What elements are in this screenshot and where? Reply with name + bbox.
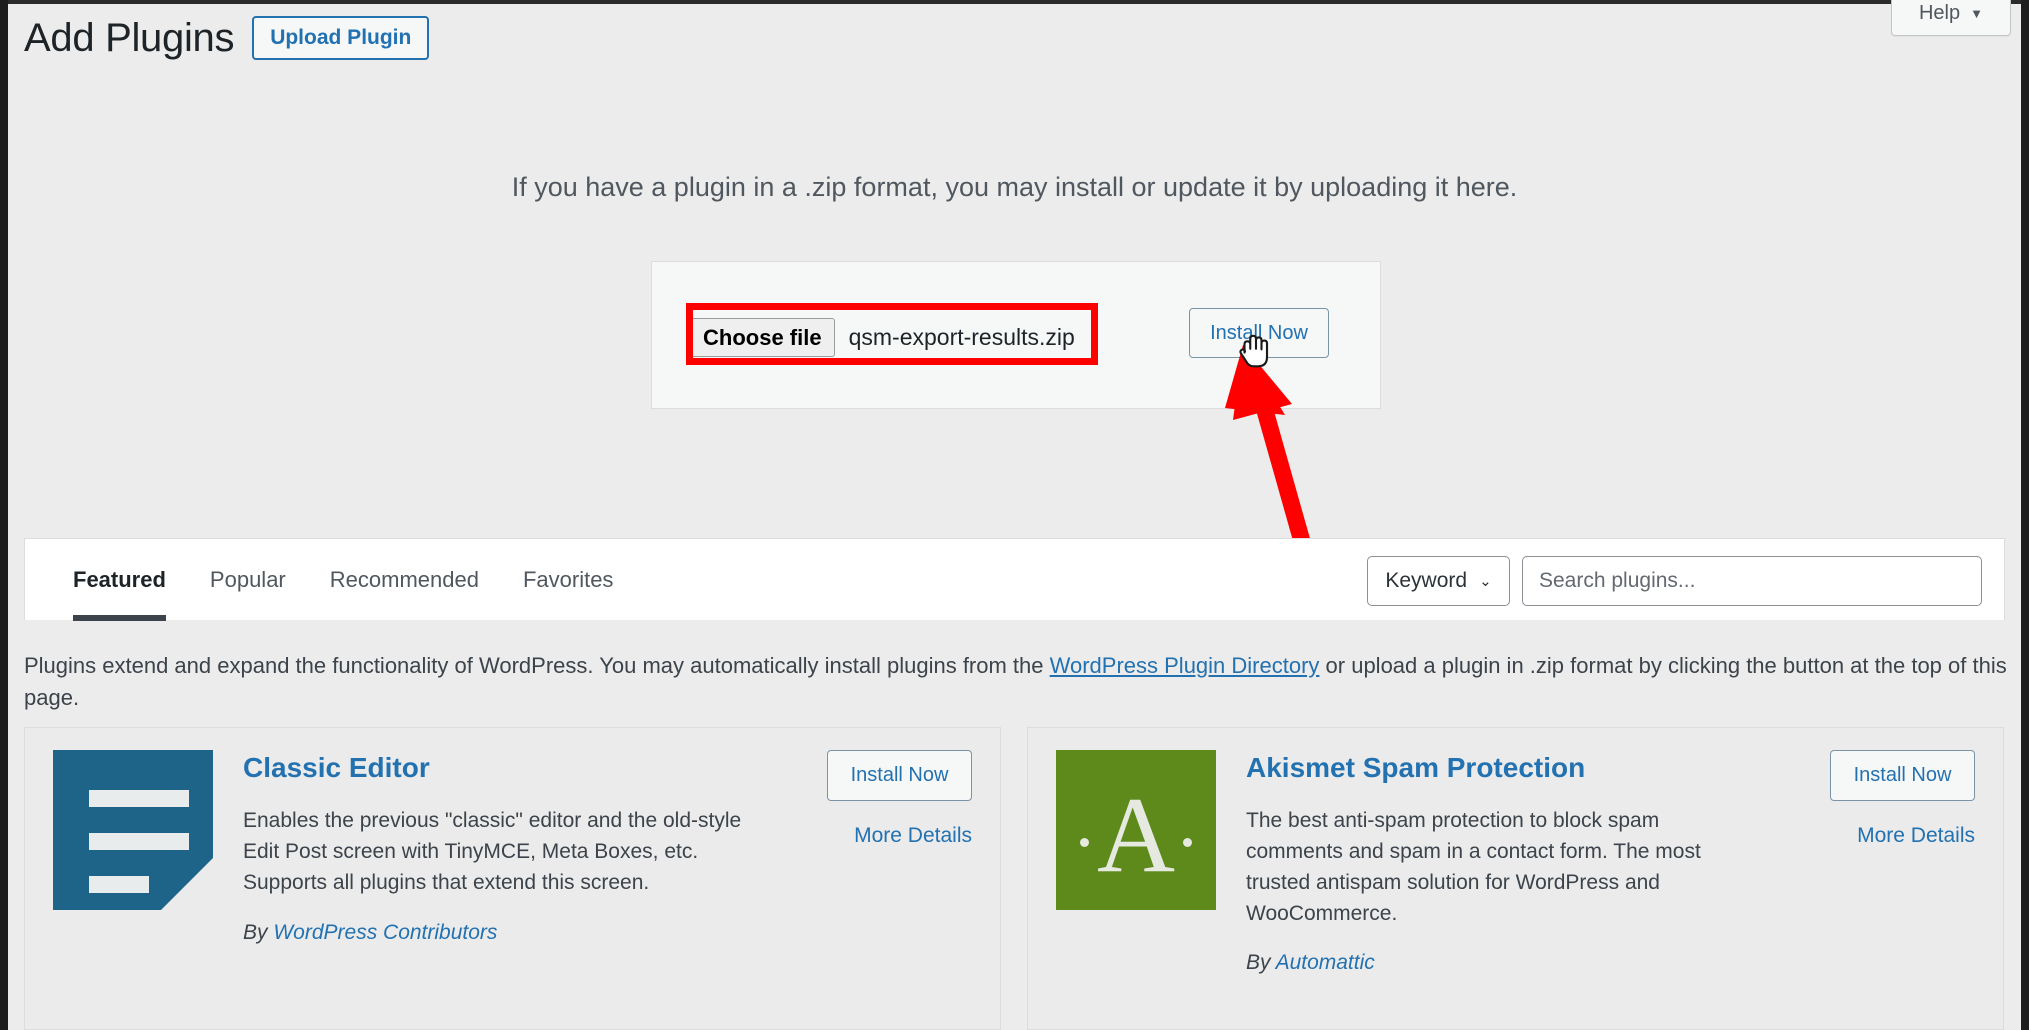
window-frame-right [2021, 0, 2029, 1030]
window-frame-left [0, 0, 8, 1030]
install-now-button-upload[interactable]: Install Now [1189, 308, 1329, 358]
search-plugins-input[interactable] [1522, 556, 1982, 606]
plugin-card-classic-editor: Classic Editor Enables the previous "cla… [24, 727, 1001, 1030]
plugin-author: By WordPress Contributors [243, 921, 756, 945]
plugin-card-actions: Install Now More Details [776, 750, 976, 1029]
search-type-label: Keyword [1385, 569, 1468, 592]
plugin-name-link[interactable]: Classic Editor [243, 752, 756, 784]
plugin-filter-bar: Featured Popular Recommended Favorites K… [24, 538, 2005, 621]
help-label: Help [1918, 2, 1961, 24]
plugin-author: By Automattic [1246, 951, 1759, 975]
plugin-description: The best anti-spam protection to block s… [1246, 809, 1701, 925]
plugin-card-actions: Install Now More Details [1779, 750, 1979, 1029]
upload-plugin-button[interactable]: Upload Plugin [252, 16, 430, 61]
add-plugins-page: Add Plugins Upload Plugin Help ▼ If you … [0, 0, 2029, 1030]
choose-file-button[interactable]: Choose file [690, 318, 835, 358]
upload-hint-text: If you have a plugin in a .zip format, y… [511, 172, 1518, 202]
help-button[interactable]: Help ▼ [1891, 0, 2011, 36]
plugin-author-link[interactable]: Automattic [1276, 951, 1375, 974]
plugin-card-body: Akismet Spam Protection The best anti-sp… [1216, 750, 1779, 1029]
file-input-row[interactable]: Choose file qsm-export-results.zip [690, 318, 1075, 358]
page-title: Add Plugins [24, 16, 235, 61]
letter-a-icon: A [1056, 750, 1216, 910]
plugin-author-link[interactable]: WordPress Contributors [273, 921, 497, 944]
plugins-description: Plugins extend and expand the functional… [24, 650, 2009, 714]
wordpress-plugin-directory-link[interactable]: WordPress Plugin Directory [1050, 653, 1320, 678]
plugin-tabs: Featured Popular Recommended Favorites [51, 539, 635, 621]
more-details-link[interactable]: More Details [854, 824, 972, 848]
description-part-1: Plugins extend and expand the functional… [24, 653, 1050, 678]
selected-file-name: qsm-export-results.zip [848, 324, 1075, 351]
more-details-link[interactable]: More Details [1857, 824, 1975, 848]
akismet-letter: A [1097, 776, 1175, 895]
plugin-card-akismet: A Akismet Spam Protection The best anti-… [1027, 727, 2004, 1030]
tab-favorites[interactable]: Favorites [501, 539, 635, 621]
page-header: Add Plugins Upload Plugin [24, 16, 430, 61]
install-now-button[interactable]: Install Now [1830, 750, 1975, 801]
plugin-card-body: Classic Editor Enables the previous "cla… [213, 750, 776, 1029]
chevron-down-icon: ⌄ [1479, 573, 1492, 590]
plugin-name-link[interactable]: Akismet Spam Protection [1246, 752, 1759, 784]
tab-popular[interactable]: Popular [188, 539, 308, 621]
document-icon [53, 750, 213, 910]
by-prefix: By [1246, 951, 1276, 975]
plugin-cards-list: Classic Editor Enables the previous "cla… [24, 727, 2005, 1030]
search-type-select[interactable]: Keyword ⌄ [1367, 556, 1510, 606]
tab-featured[interactable]: Featured [51, 539, 188, 621]
window-frame-top [0, 0, 2029, 4]
by-prefix: By [243, 920, 274, 944]
install-now-button[interactable]: Install Now [827, 750, 972, 801]
plugin-search-area: Keyword ⌄ [1367, 556, 1982, 606]
plugin-description: Enables the previous "classic" editor an… [243, 809, 742, 894]
chevron-down-icon: ▼ [1970, 6, 1983, 21]
tab-recommended[interactable]: Recommended [308, 539, 501, 621]
